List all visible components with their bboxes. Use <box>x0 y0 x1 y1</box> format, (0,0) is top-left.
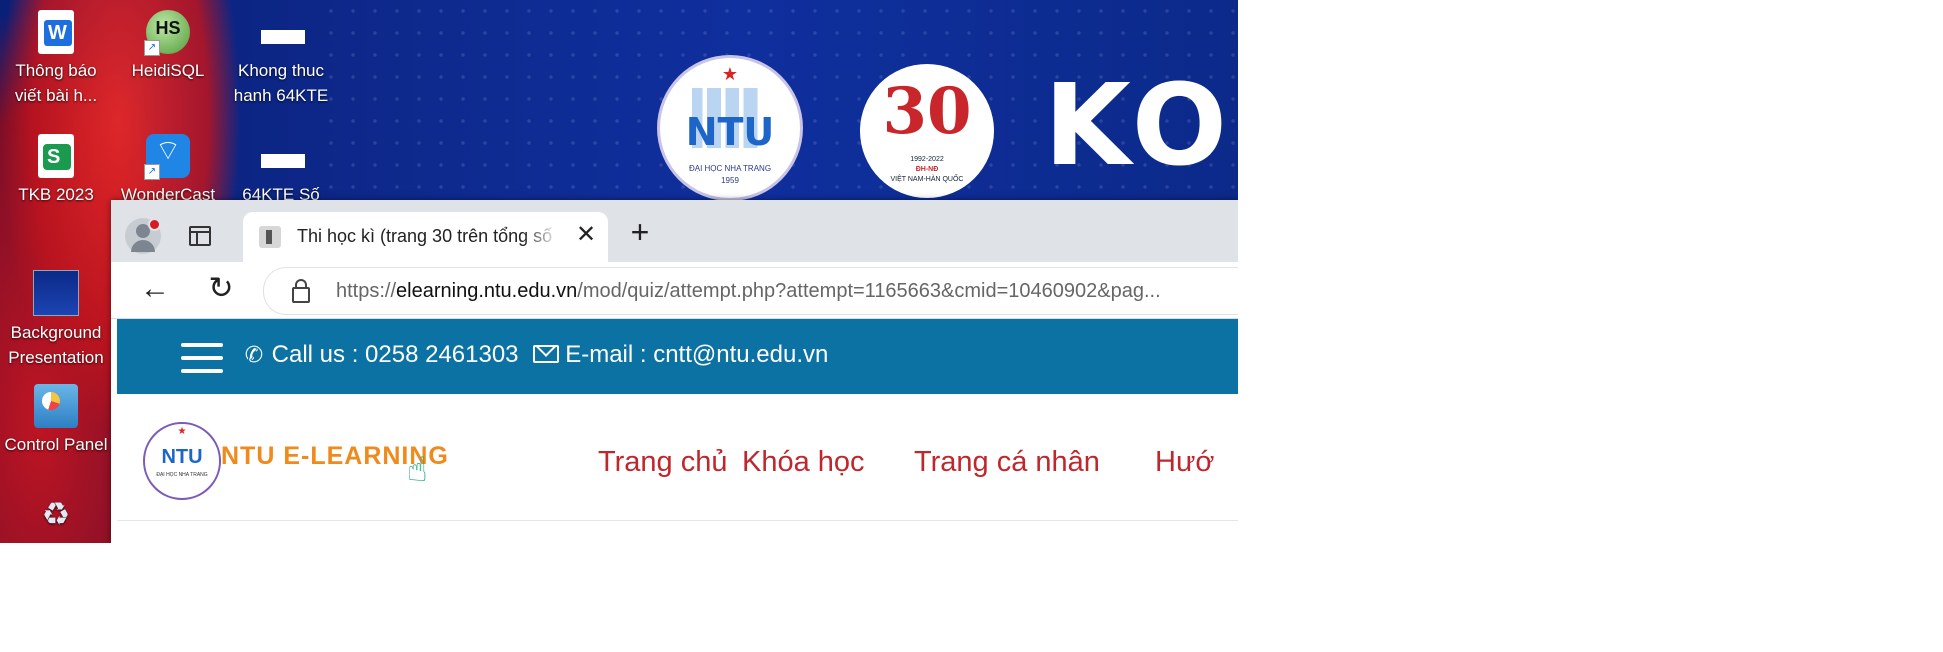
desktop-icon-label: TKB 2023 <box>18 185 94 204</box>
browser-toolbar: ← ↻ https://elearning.ntu.edu.vn/mod/qui… <box>111 262 1238 319</box>
desktop-icon-control-panel[interactable]: Control Panel <box>1 384 111 457</box>
desktop-icon-khong-thuc-hanh[interactable]: Khong thuc hanh 64KTE <box>226 10 336 108</box>
url-text[interactable]: https://elearning.ntu.edu.vn/mod/quiz/at… <box>336 280 1161 303</box>
profile-button[interactable] <box>125 218 161 254</box>
word-doc-icon: W <box>38 10 74 54</box>
nav-trang-ca-nhan[interactable]: Trang cá nhân <box>914 446 1100 479</box>
desktop-icon-label: Thông báo viết bài h... <box>14 61 98 105</box>
back-button[interactable]: ← <box>139 274 171 306</box>
site-header: ★ NTU ĐẠI HỌC NHA TRANG NTU E-LEARNING ☝… <box>117 394 1238 521</box>
desktop-icon-label: HeidiSQL <box>131 61 205 80</box>
call-us-text: Call us : 0258 2461303 <box>271 341 519 368</box>
tab-title: Thi học kì (trang 30 trên tổng số <box>297 226 559 247</box>
phone-icon: ✆ <box>244 342 264 367</box>
presentation-icon <box>33 270 79 316</box>
url-scheme: https:// <box>336 280 397 302</box>
contact-info: ✆ Call us : 0258 2461303 E-mail : cntt@n… <box>243 341 829 369</box>
ntu-logo: ★ NTU ĐẠI HỌC NHA TRANG 1959 <box>660 58 800 198</box>
mail-icon <box>533 345 560 363</box>
desktop-icon-label: Background Presentation <box>8 323 104 367</box>
anniversary-subtitle: VIỆT NAM-HÀN QUỐC <box>890 176 964 183</box>
ntu-logo-text: NTU <box>685 110 775 154</box>
desktop-icon-label: Control Panel <box>4 435 108 454</box>
anniversary-years: 1992-2022 <box>910 156 944 163</box>
desktop-icon-tkb-2023[interactable]: S TKB 2023 <box>1 134 111 207</box>
ntu-logo-year: 1959 <box>721 176 739 185</box>
spreadsheet-icon: S <box>38 134 74 178</box>
desktop-icon-64kte-so[interactable]: 64KTE Số <box>226 134 336 207</box>
hamburger-menu-icon[interactable] <box>181 343 223 373</box>
wondercast-icon: ⌔ ↗ <box>144 134 190 180</box>
file-icon <box>259 10 305 54</box>
address-bar[interactable]: https://elearning.ntu.edu.vn/mod/quiz/at… <box>263 267 1238 315</box>
nav-trang-chu[interactable]: Trang chủ <box>598 446 728 479</box>
tab-favicon-icon <box>259 226 281 248</box>
close-tab-icon[interactable]: ✕ <box>573 222 599 248</box>
pointing-hand-icon: ☝ <box>407 451 428 489</box>
contact-bar: ✆ Call us : 0258 2461303 E-mail : cntt@n… <box>117 319 1238 394</box>
lock-icon[interactable] <box>292 279 310 303</box>
anniversary-logo: 30 1992-2022 ĐH-NĐ VIỆT NAM-HÀN QUỐC <box>860 64 994 198</box>
nav-khoa-hoc[interactable]: Khóa học <box>742 446 865 479</box>
url-domain: elearning.ntu.edu.vn <box>396 280 578 302</box>
desktop-icon-label: Khong thuc hanh 64KTE <box>233 61 329 105</box>
url-path: /mod/quiz/attempt.php?attempt=1165663&cm… <box>577 280 1161 302</box>
desktop-icon-wondercast[interactable]: ⌔ ↗ WonderCast <box>113 134 223 207</box>
site-logo-subtitle: ĐẠI HỌC NHA TRANG <box>156 472 208 478</box>
heidisql-icon: HS ↗ <box>144 10 190 56</box>
tab-active[interactable]: Thi học kì (trang 30 trên tổng số ✕ <box>243 212 608 262</box>
desktop-icon-background-presentation[interactable]: Background Presentation <box>1 270 111 370</box>
new-tab-button[interactable]: + <box>625 216 655 248</box>
desktop-icon-heidisql[interactable]: HS ↗ HeidiSQL <box>113 10 223 83</box>
screenshot: ★ NTU ĐẠI HỌC NHA TRANG 1959 30 1992-202… <box>0 0 1238 543</box>
koica-banner-text: KOIC <box>1044 61 1238 191</box>
browser-window: Thi học kì (trang 30 trên tổng số ✕ + ← … <box>111 200 1238 543</box>
file-icon <box>259 134 305 178</box>
desktop-icon-thong-bao[interactable]: W Thông báo viết bài h... <box>1 10 111 108</box>
site-logo[interactable]: ★ NTU ĐẠI HỌC NHA TRANG <box>143 422 221 500</box>
notification-dot <box>148 218 161 231</box>
reload-button[interactable]: ↻ <box>205 274 237 306</box>
site-logo-text: NTU <box>161 446 203 468</box>
anniversary-title: ĐH-NĐ <box>915 166 939 173</box>
nav-huong-dan[interactable]: Hướ <box>1155 446 1214 479</box>
recycle-bin-icon: ♻ <box>41 496 71 532</box>
tab-bar: Thi học kì (trang 30 trên tổng số ✕ + <box>111 200 1238 262</box>
ntu-logo-subtitle: ĐẠI HỌC NHA TRANG <box>688 164 772 173</box>
web-page: ✆ Call us : 0258 2461303 E-mail : cntt@n… <box>117 319 1238 543</box>
control-panel-icon <box>34 384 78 428</box>
email-text[interactable]: E-mail : cntt@ntu.edu.vn <box>565 341 828 368</box>
desktop-icon-recycle-bin[interactable]: ♻ <box>1 496 111 543</box>
tab-actions-icon[interactable] <box>185 222 213 250</box>
